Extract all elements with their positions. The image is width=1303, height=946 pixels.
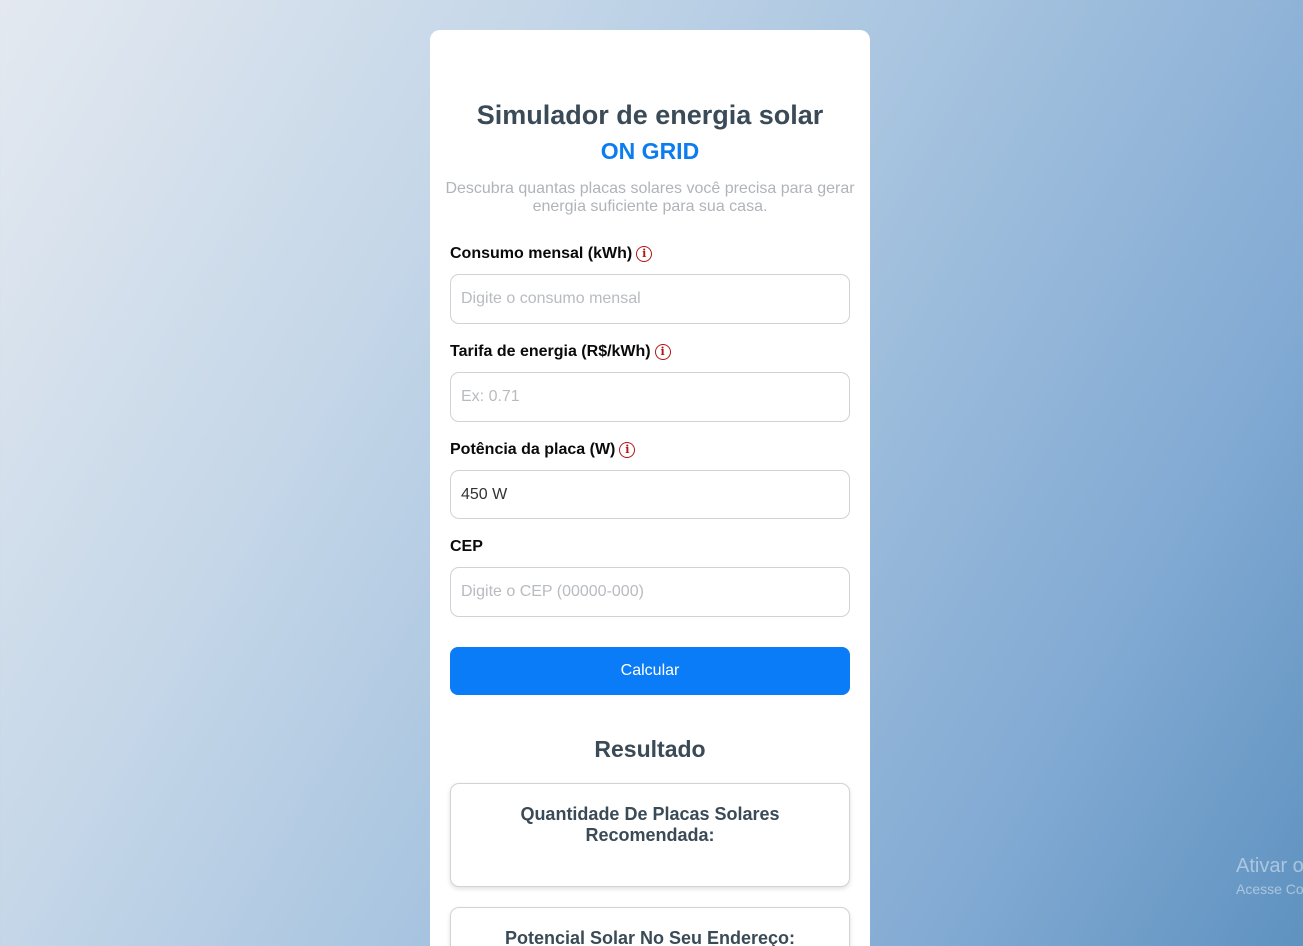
simulator-card: Simulador de energia solar ON GRID Descu… [430,30,870,946]
consumo-input[interactable] [450,274,850,324]
placas-result-label: Quantidade De Placas Solares Recomendada… [520,804,780,845]
info-icon[interactable]: i [619,442,636,458]
tarifa-label-row: Tarifa de energia (R$/kWh) i [450,342,671,362]
potencia-select[interactable]: 450 W [450,470,850,519]
windows-activation-watermark: Ativar o Acesse Co [1236,854,1303,898]
info-icon[interactable]: i [636,246,653,262]
consumo-label: Consumo mensal (kWh) [450,245,633,262]
potencial-result-box: Potencial Solar No Seu Endereço: [450,907,850,946]
potencial-result-label: Potencial Solar No Seu Endereço: [504,928,796,946]
consumo-label-row: Consumo mensal (kWh) i [450,244,653,264]
calcular-button[interactable]: Calcular [450,647,850,695]
result-title: Resultado [594,736,706,762]
cep-label-row: CEP [450,537,483,557]
tarifa-input[interactable] [450,372,850,422]
cep-label: CEP [450,538,483,555]
watermark-line-2: Acesse Co [1236,881,1303,897]
page-title: Simulador de energia solar [476,100,824,130]
page-description: Descubra quantas placas solares você pre… [445,180,855,215]
potencia-label: Potência da placa (W) [450,441,616,458]
potencia-label-row: Potência da placa (W) i [450,440,636,460]
potencia-selected-value: 450 W [461,485,508,503]
info-icon[interactable]: i [654,344,671,360]
page-subtitle: ON GRID [600,138,700,164]
watermark-line-1: Ativar o [1236,855,1303,877]
tarifa-label: Tarifa de energia (R$/kWh) [450,343,651,360]
cep-input[interactable] [450,567,850,617]
placas-result-box: Quantidade De Placas Solares Recomendada… [450,783,850,887]
